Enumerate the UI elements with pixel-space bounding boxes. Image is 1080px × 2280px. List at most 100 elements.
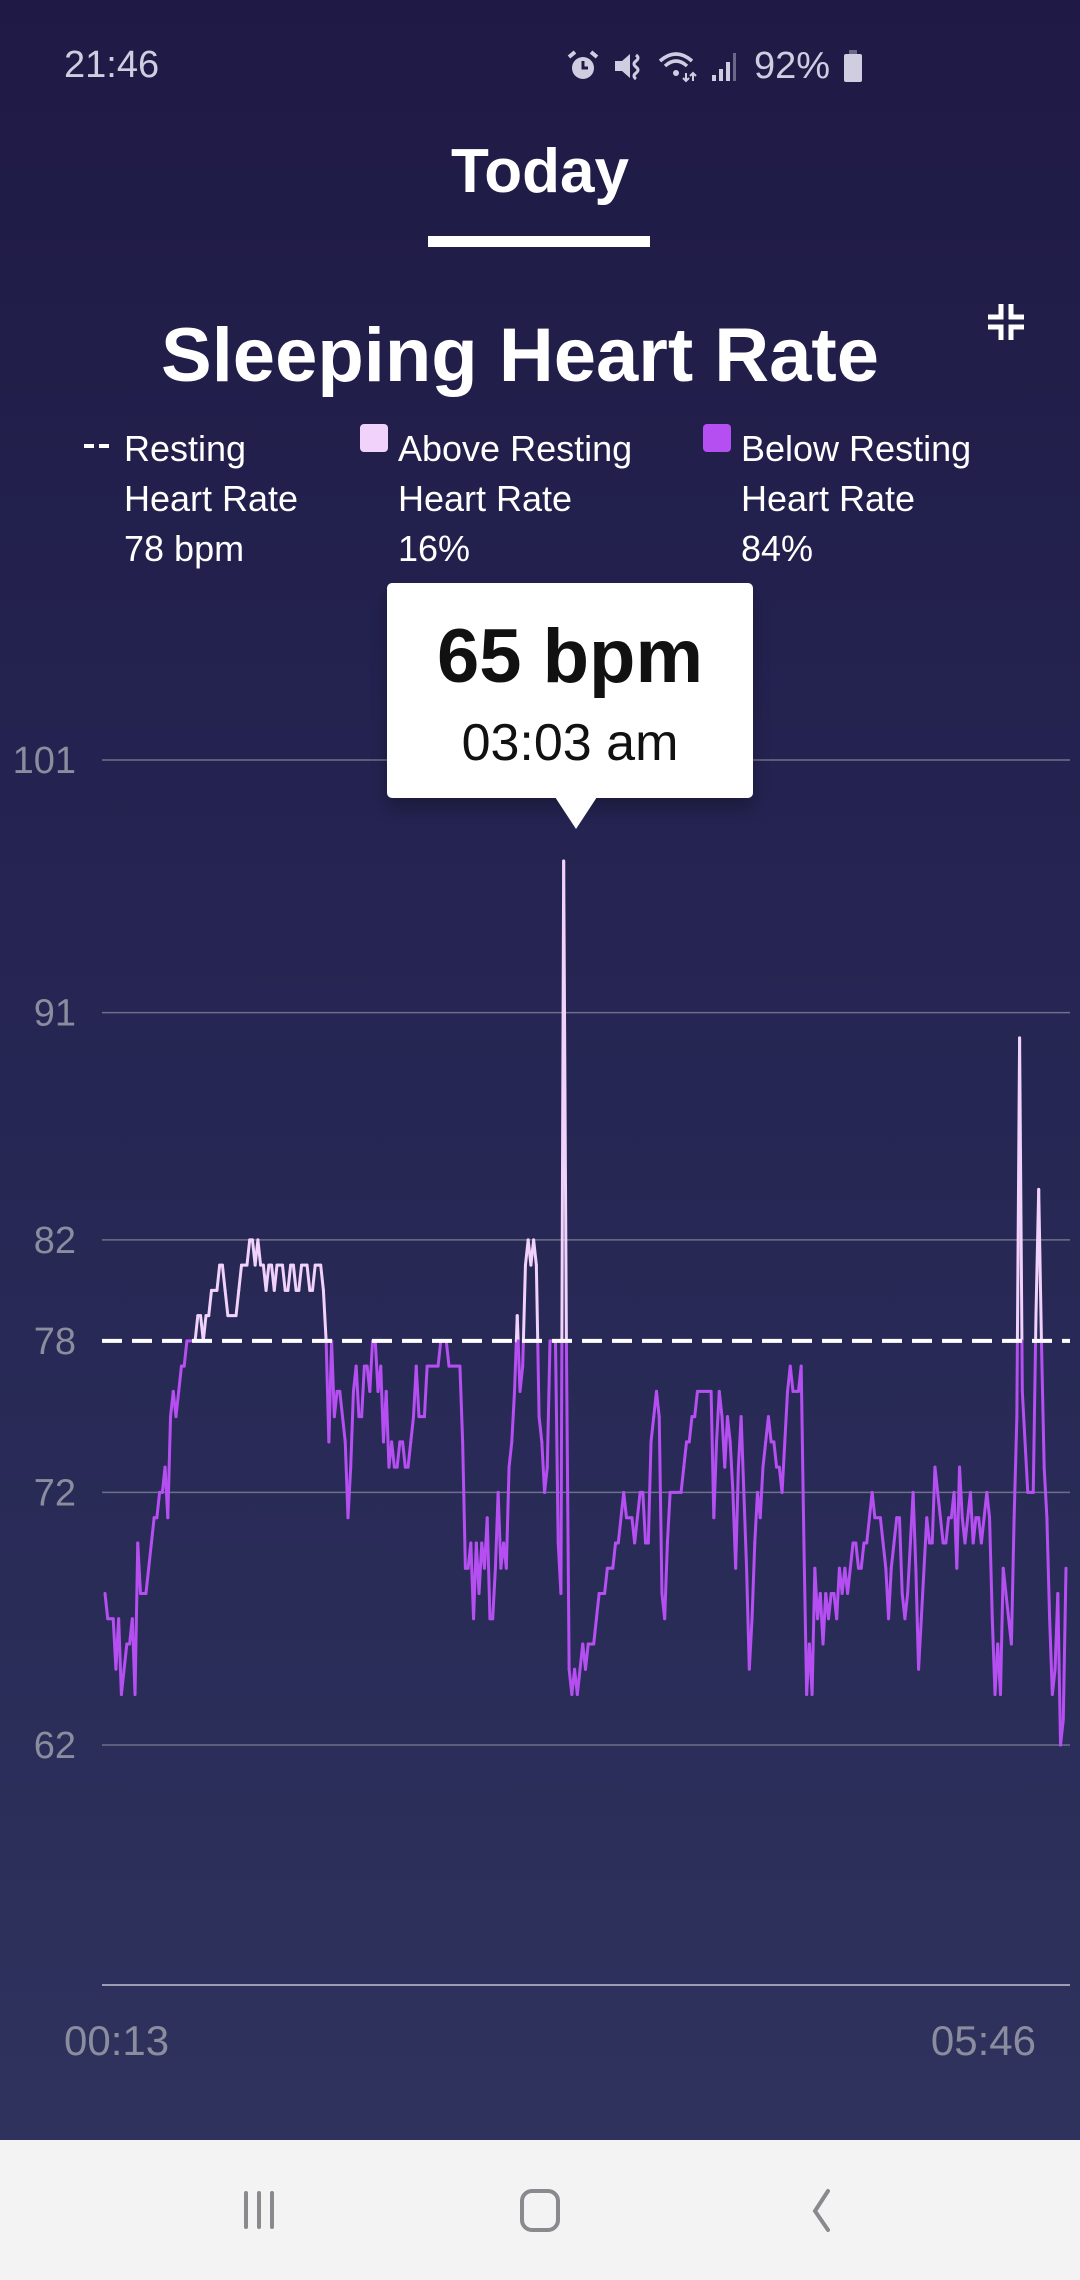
recent-apps-icon — [244, 2191, 274, 2229]
heart-rate-segment — [381, 1389, 388, 1444]
heart-rate-segment — [925, 1516, 931, 1545]
tooltip-pointer — [555, 797, 597, 829]
heart-rate-segment — [949, 1490, 956, 1520]
legend-label-line1: Resting — [124, 428, 247, 469]
heart-rate-segment — [1037, 1187, 1043, 1343]
collapse-button[interactable] — [980, 296, 1032, 348]
heart-rate-segment — [903, 1591, 910, 1621]
collapse-icon — [988, 304, 1024, 340]
heart-rate-segment — [818, 1591, 825, 1646]
heart-rate-segment — [1015, 1339, 1019, 1419]
heart-rate-segment — [536, 1339, 541, 1419]
heart-rate-segment — [966, 1490, 972, 1520]
heart-rate-segment — [717, 1389, 724, 1419]
legend: Resting Heart Rate 78 bpm Above Resting … — [0, 424, 1080, 584]
home-button[interactable] — [500, 2180, 580, 2240]
legend-item-resting: Resting Heart Rate 78 bpm — [84, 424, 298, 574]
heart-rate-segment — [753, 1490, 759, 1545]
heart-rate-segment — [796, 1364, 803, 1393]
back-button[interactable] — [782, 2180, 862, 2240]
heart-rate-segment — [663, 1541, 669, 1621]
y-axis-ticks: 101 91 82 78 72 62 — [13, 740, 76, 1767]
tab-today-label: Today — [451, 137, 629, 206]
heart-rate-segment — [747, 1617, 754, 1671]
heart-rate-segment — [507, 1440, 514, 1469]
heart-rate-segment — [971, 1516, 978, 1545]
legend-item-above: Above Resting Heart Rate 16% — [360, 424, 633, 574]
heart-rate-segment — [1018, 1036, 1024, 1343]
wifi-icon — [658, 52, 697, 83]
page-title: Sleeping Heart Rate — [161, 313, 879, 398]
heart-rate-segment — [458, 1364, 465, 1444]
heart-rate-segment — [1001, 1566, 1008, 1595]
heart-rate-segment — [491, 1566, 497, 1621]
heart-rate-segment — [570, 1667, 577, 1696]
heart-rate-segment — [575, 1667, 582, 1696]
heart-rate-segment — [338, 1389, 345, 1419]
tab-today[interactable]: Today — [0, 136, 1080, 207]
heart-rate-segment — [409, 1415, 416, 1444]
heart-rate-segment — [654, 1389, 661, 1419]
heart-rate-segment — [515, 1314, 520, 1343]
heart-rate-segment — [559, 1339, 564, 1595]
heart-rate-segment — [114, 1617, 121, 1671]
heart-rate-segment — [562, 859, 568, 1343]
system-nav-bar — [0, 2140, 1080, 2280]
heart-rate-segment — [709, 1389, 716, 1520]
heart-rate-segment — [848, 1541, 855, 1570]
heart-rate-segment — [564, 1339, 571, 1671]
heart-rate-segment — [534, 1263, 540, 1343]
heart-rate-segment — [199, 1314, 205, 1343]
heart-rate-segment — [529, 1238, 536, 1267]
heart-rate-segment — [584, 1642, 590, 1671]
heart-rate-segment — [963, 1516, 970, 1545]
heart-rate-segment — [786, 1364, 792, 1393]
grid-lines — [102, 759, 1070, 1746]
heart-rate-segment — [412, 1364, 418, 1419]
heart-rate-segment — [510, 1389, 517, 1444]
heart-rate-segment — [130, 1617, 137, 1696]
heart-rate-segment — [736, 1415, 743, 1469]
heart-rate-segment — [745, 1566, 751, 1671]
heart-rate-segment — [996, 1642, 1002, 1696]
heart-rate-segment — [826, 1591, 833, 1621]
heart-rate-segment — [764, 1415, 770, 1444]
legend-item-below: Below Resting Heart Rate 84% — [703, 424, 972, 574]
heart-rate-segment — [567, 1667, 574, 1696]
heart-rate-segment — [521, 1339, 525, 1368]
heart-rate-segment — [772, 1440, 779, 1469]
heart-rate-segment — [327, 1339, 334, 1444]
heart-rate-segment — [725, 1415, 732, 1444]
y-tick-label: 78 — [34, 1321, 76, 1363]
heart-rate-segment — [291, 1263, 298, 1292]
heart-rate-segment — [758, 1465, 765, 1520]
heart-rate-segment — [1059, 1718, 1065, 1747]
heart-rate-segment — [332, 1389, 339, 1419]
heart-rate-segment — [633, 1516, 639, 1545]
heart-rate-segment — [387, 1440, 394, 1469]
legend-label-line1: Below Resting — [741, 428, 972, 469]
heart-rate-segment — [250, 1238, 257, 1267]
heart-rate-segment — [136, 1541, 142, 1595]
heart-rate-segment — [720, 1415, 727, 1469]
heart-rate-segment — [988, 1516, 994, 1621]
heart-rate-series — [103, 859, 1068, 1747]
heart-rate-segment — [376, 1364, 383, 1393]
heart-rate-segment — [253, 1238, 260, 1267]
heart-rate-segment — [985, 1490, 992, 1520]
heart-rate-segment — [750, 1541, 757, 1621]
recent-apps-button[interactable] — [219, 2180, 299, 2240]
heart-rate-segment — [766, 1415, 773, 1444]
heart-rate-segment — [379, 1364, 385, 1444]
heart-rate-segment — [177, 1364, 183, 1393]
heart-rate-segment — [993, 1642, 1000, 1696]
heart-rate-segment — [119, 1667, 126, 1696]
legend-label-line1: Above Resting — [398, 428, 633, 469]
heart-rate-segment — [660, 1591, 667, 1621]
heart-rate-segment — [914, 1566, 921, 1671]
y-tick-label: 82 — [34, 1220, 76, 1262]
status-time: 21:46 — [64, 44, 160, 86]
heart-rate-segment — [998, 1566, 1005, 1696]
legend-label-line2: Heart Rate — [398, 478, 573, 519]
heart-rate-segment — [147, 1541, 153, 1570]
